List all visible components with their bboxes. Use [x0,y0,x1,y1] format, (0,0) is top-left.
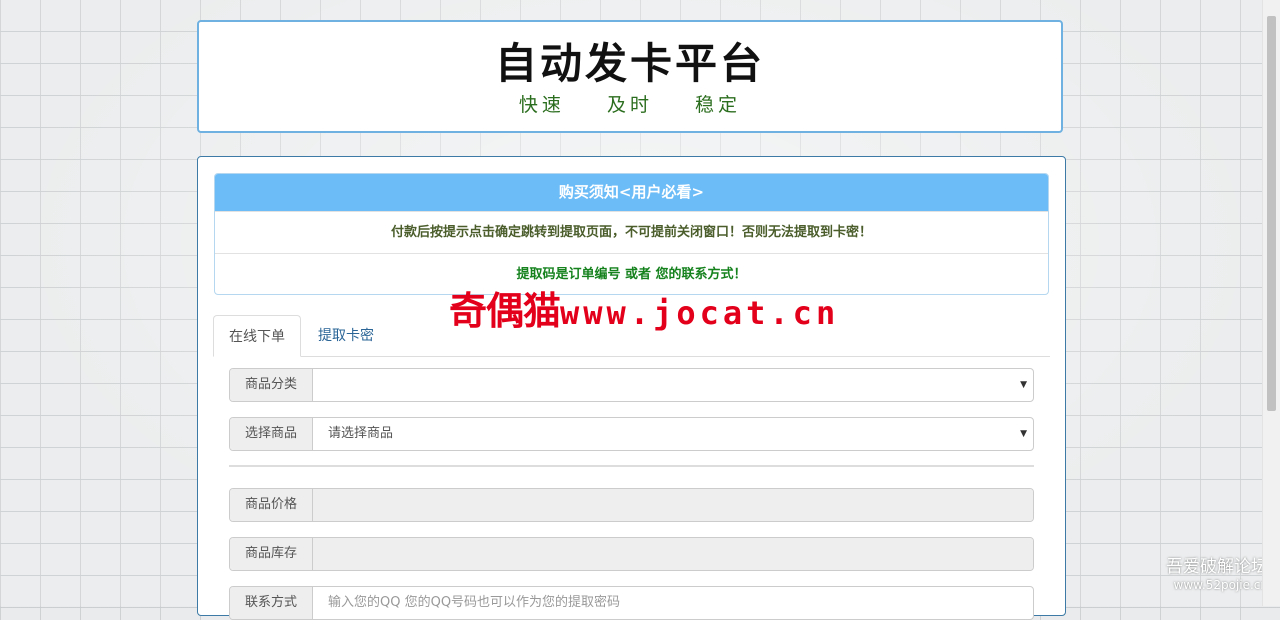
tab-online-order[interactable]: 在线下单 [213,315,301,357]
price-field: 商品价格 [229,488,1034,522]
field-label: 商品价格 [230,489,313,521]
field-label: 商品分类 [230,369,313,401]
slogan-item: 及时 [606,94,653,116]
category-select[interactable]: 商品分类 ▼ [229,368,1034,402]
field-label: 联系方式 [230,587,313,619]
site-watermark-cn: 吾爱破解论坛 [1166,557,1268,577]
chevron-down-icon: ▼ [1020,429,1027,439]
site-title: 自动发卡平台 [494,39,765,88]
notice-title: 购买须知<用户必看> [215,174,1048,211]
order-tabs: 在线下单 提取卡密 [213,315,1050,357]
site-watermark-en: www.52pojie.cn [1173,578,1268,592]
divider [229,465,1034,467]
slogan-item: 稳定 [695,94,742,116]
notice-line: 付款后按提示点击确定跳转到提取页面，不可提前关闭窗口！否则无法提取到卡密！ [215,211,1048,253]
product-select[interactable]: 选择商品 请选择商品 ▼ [229,417,1034,451]
field-label: 选择商品 [230,418,313,450]
scrollbar-thumb[interactable] [1267,16,1276,411]
product-select-value[interactable]: 请选择商品 ▼ [313,418,1033,450]
category-select-value[interactable]: ▼ [313,369,1033,401]
stock-field: 商品库存 [229,537,1034,571]
slogan-item: 快速 [518,94,565,116]
purchase-notice: 购买须知<用户必看> 付款后按提示点击确定跳转到提取页面，不可提前关闭窗口！否则… [214,173,1049,295]
price-value [313,489,1033,521]
slogan: 快速 及时 稳定 [199,90,1061,117]
contact-field[interactable]: 联系方式 输入您的QQ 您的QQ号码也可以作为您的提取密码 [229,586,1034,620]
contact-input[interactable]: 输入您的QQ 您的QQ号码也可以作为您的提取密码 [313,587,1033,619]
contact-placeholder: 输入您的QQ 您的QQ号码也可以作为您的提取密码 [328,595,621,610]
vertical-scrollbar[interactable] [1262,0,1280,606]
site-watermark: 吾爱破解论坛 www.52pojie.cn [1166,558,1268,594]
tab-retrieve-card[interactable]: 提取卡密 [303,315,389,357]
field-label: 商品库存 [230,538,313,570]
site-header: 自动发卡平台 快速 及时 稳定 [197,20,1063,133]
stock-value [313,538,1033,570]
chevron-down-icon: ▼ [1020,380,1027,390]
